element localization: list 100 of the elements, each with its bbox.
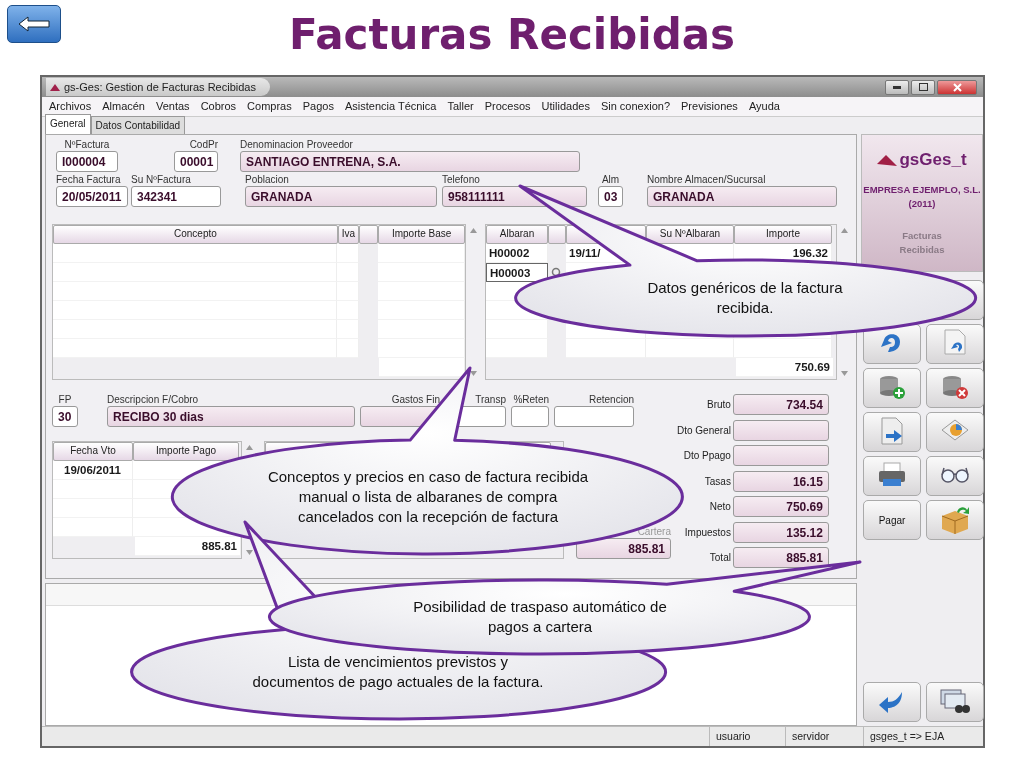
menu-item[interactable]: Taller [447,98,474,115]
tab[interactable]: Datos Contabilidad [90,116,186,134]
status-text: usuario [709,727,785,746]
minimize-icon [893,85,901,89]
status-text: gsges_t => EJA [863,727,983,746]
maximize-button[interactable] [911,79,935,95]
arrow-left-icon [17,16,51,32]
input-field[interactable]: 342341 [131,186,221,207]
menu-item[interactable]: Compras [247,98,292,115]
input-field[interactable] [732,419,829,441]
box-button[interactable] [926,500,984,540]
menu-item[interactable]: Utilidades [541,98,590,115]
field-label: Neto [709,500,731,514]
menu-item[interactable]: Almacén [102,98,145,115]
printer-button[interactable] [863,456,921,496]
input-field[interactable]: 885.81 [732,547,829,568]
input-field[interactable]: 00001 [174,151,218,172]
callout-text: Conceptos y precios en caso de factura recibida manual o lista de albaranes de compra cancelados con la recepción de factura [266,466,590,527]
menu-item[interactable]: Archivos [49,98,92,115]
field-label: Tasas [704,474,731,489]
close-icon [952,82,962,92]
column-header[interactable]: Importe [734,225,832,244]
field-label: CodPr [188,138,218,151]
column-header[interactable]: Iva [337,225,360,244]
close-button[interactable] [937,79,977,95]
column-header[interactable]: Importe Base [378,225,465,244]
database-add-button[interactable] [863,368,921,408]
back-button[interactable] [863,682,921,722]
column-header [359,225,379,244]
document-export-button[interactable] [863,412,921,452]
menu-item[interactable]: Pagos [302,98,334,115]
menu-item[interactable]: Cobros [200,98,237,115]
tab[interactable]: General [45,114,91,134]
document-undo-button[interactable] [926,324,984,364]
company-name: EMPRESA EJEMPLO, S.L. (2011) [862,182,982,211]
input-field[interactable]: RECIBO 30 dias [107,406,355,427]
menu-item[interactable]: Procesos [484,98,531,115]
table-cell: H00002 [486,244,548,263]
column-header[interactable]: Importe Pago [133,442,239,461]
logo-icon [877,153,898,166]
menu-item[interactable]: Ventas [156,98,190,115]
menu-item[interactable]: Asistencia Técnica [344,98,437,115]
field-label: Dto Ppago [683,449,731,463]
logo-text: gsGes_t [899,149,967,171]
column-header[interactable]: Albaran [486,225,548,244]
input-field[interactable] [554,406,634,427]
input-field[interactable]: 16.15 [732,470,829,492]
app-logo-icon [50,83,60,91]
field-label: Transp [474,393,506,406]
menu-item[interactable]: Ayuda [748,98,780,115]
column-header[interactable]: Concepto [53,225,338,244]
input-field[interactable]: 03 [598,186,623,207]
scroll-up-icon[interactable] [245,445,253,450]
field-label: Dto General [677,423,731,438]
back-button[interactable] [7,5,61,43]
menu-item[interactable]: Sin conexion? [600,98,670,115]
input-field[interactable]: 734.54 [732,394,829,415]
input-field[interactable]: GRANADA [245,186,437,207]
input-field[interactable]: I000004 [56,151,118,172]
input-field[interactable]: GRANADA [647,186,837,207]
glasses-button[interactable] [926,456,984,496]
field-label: Denominacion Proveedor [240,138,354,151]
maximize-icon [918,83,928,91]
slide-title: Facturas Recibidas [287,12,737,61]
box-icon [939,504,971,536]
field-label: Descripcion F/Cobro [107,393,200,406]
input-field[interactable]: 20/05/2011 [56,186,128,207]
table-cell [337,244,359,263]
scroll-up-icon[interactable] [840,228,848,233]
field-label: Bruto [707,398,731,412]
database-delete-button[interactable] [926,368,984,408]
field-label: NºFactura [63,138,111,151]
field-label: FP [57,393,73,406]
input-field[interactable]: 30 [52,406,78,427]
input-field[interactable]: SANTIAGO ENTRENA, S.A. [240,151,580,172]
field-label: Fecha Factura [56,173,122,186]
table-cell: 885.81 [135,537,241,556]
minimize-button[interactable] [885,79,909,95]
field-label: Su NºFactura [131,173,192,186]
pay-button[interactable]: Pagar [863,500,921,540]
column-header[interactable]: Su NºAlbaran [646,225,734,244]
field-label: Total [709,551,731,565]
field-label: Impuestos [684,525,731,540]
callout-text: Posibilidad de traspaso automático de pagos a cartera [412,596,668,637]
scroll-up-icon[interactable] [469,228,477,233]
input-field[interactable]: 750.69 [732,496,829,517]
window-title: gs-Ges: Gestion de Facturas Recibidas [64,79,256,95]
menu-item[interactable]: Previsiones [681,98,738,115]
input-field[interactable]: 135.12 [732,521,829,543]
column-header[interactable]: Fecha Vto [53,442,133,461]
scroll-down-icon[interactable] [469,371,477,376]
input-field[interactable] [511,406,549,427]
field-label: %Reten [512,393,549,406]
callout-text: Lista de vencimientos previstos y documentos de pago actuales de la factura. [251,651,545,692]
input-field[interactable]: 885.81 [576,538,671,559]
field-label: Retencion [587,393,634,406]
table-cell: 19/06/2011 [53,461,133,480]
input-field[interactable] [732,445,829,466]
table-cell: H00003 [486,263,548,282]
windows-button[interactable] [926,682,984,722]
